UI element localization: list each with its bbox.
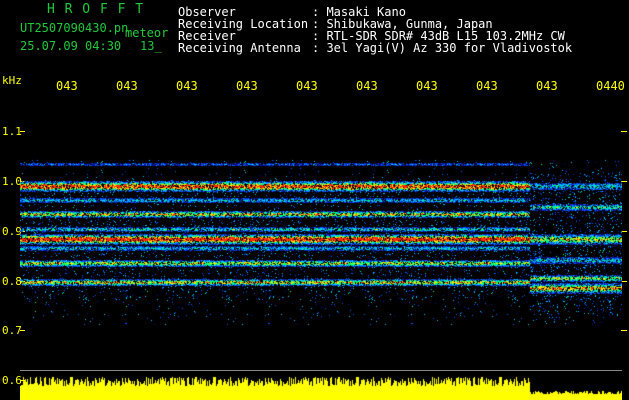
y-tick-label: 0.9 bbox=[2, 225, 22, 238]
file-name: UT2507090430.pn bbox=[20, 21, 129, 35]
x-tick-label: 043 bbox=[416, 79, 438, 93]
y-axis-unit: kHz bbox=[2, 74, 22, 87]
x-tick-label: 043 bbox=[56, 79, 78, 93]
timestamp: 25.07.09 04:30 bbox=[20, 39, 122, 53]
x-tick-label: 043 bbox=[176, 79, 198, 93]
x-tick-label: 043 bbox=[476, 79, 498, 93]
x-tick-label: 043 bbox=[356, 79, 378, 93]
meteor-label: meteor bbox=[125, 26, 169, 40]
x-tick-label: 043 bbox=[116, 79, 138, 93]
y-tick-label: 0.7 bbox=[2, 324, 22, 337]
y-tick-label: 0.6 bbox=[2, 374, 22, 387]
x-tick-label: 043 bbox=[536, 79, 558, 93]
spectrogram-plot bbox=[20, 100, 622, 400]
app-title: H R O F F T bbox=[47, 2, 145, 17]
antenna-value: : 3el Yagi(V) Az 330 for Vladivostok bbox=[312, 41, 573, 55]
y-tick-label: 1.1 bbox=[2, 125, 22, 138]
x-tick-label: 043 bbox=[296, 79, 318, 93]
hrofft-spectrogram-window: H R O F F T UT2507090430.pn meteor 25.07… bbox=[0, 0, 629, 400]
y-tick-label: 0.8 bbox=[2, 275, 22, 288]
signal-baseline bbox=[20, 370, 622, 371]
meteor-count: 13_ bbox=[140, 39, 162, 53]
y-tick-label: 1.0 bbox=[2, 175, 22, 188]
x-tick-label: 0440 bbox=[596, 79, 625, 93]
x-tick-label: 043 bbox=[236, 79, 258, 93]
antenna-label: Receiving Antenna bbox=[178, 41, 301, 55]
